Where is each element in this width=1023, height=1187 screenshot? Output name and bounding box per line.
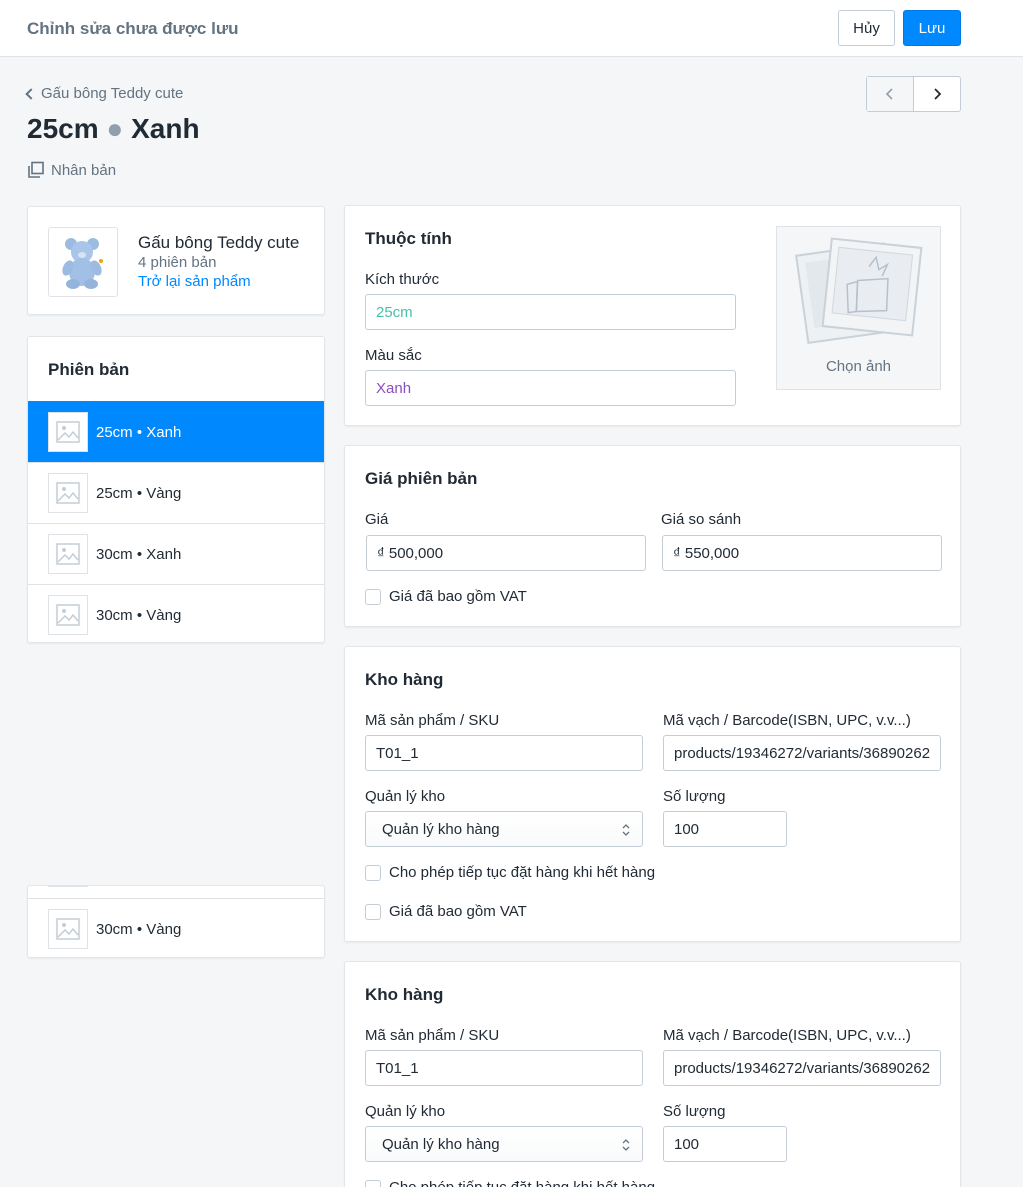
choose-image-button[interactable]: Chọn ảnh bbox=[776, 226, 941, 390]
pricing-vat-checkbox[interactable]: Giá đã bao gồm VAT bbox=[365, 588, 527, 605]
checkbox[interactable] bbox=[365, 588, 381, 605]
photos-placeholder-icon bbox=[795, 237, 923, 345]
variants-card-fragment: 30cm • Vàng bbox=[27, 885, 325, 958]
title-color: Xanh bbox=[131, 113, 200, 144]
page-title: 25cm ● Xanh bbox=[27, 113, 200, 145]
manage-stock-value: Quản lý kho hàng bbox=[382, 820, 500, 838]
variant-item-25cm-xanh[interactable]: 25cm • Xanh bbox=[28, 401, 324, 462]
manage-stock-label: Quản lý kho bbox=[365, 1103, 446, 1120]
quantity-label: Số lượng bbox=[663, 788, 726, 805]
duplicate-icon bbox=[28, 161, 44, 178]
inventory-title: Kho hàng bbox=[365, 985, 444, 1004]
product-name: Gấu bông Teddy cute bbox=[138, 233, 300, 252]
backorder-label: Cho phép tiếp tục đặt hàng khi hết hàng bbox=[389, 1179, 655, 1187]
unsaved-changes-title: Chỉnh sửa chưa được lưu bbox=[27, 19, 239, 38]
image-placeholder-icon bbox=[48, 473, 88, 513]
variant-label: 25cm • Vàng bbox=[96, 484, 182, 502]
quantity-input[interactable]: 100 bbox=[663, 811, 787, 847]
duplicate-label: Nhân bản bbox=[51, 161, 117, 179]
variant-label: 30cm • Vàng bbox=[96, 920, 182, 938]
sku-input[interactable]: T01_1 bbox=[365, 735, 643, 771]
attributes-title: Thuộc tính bbox=[365, 229, 452, 248]
product-summary-card: Gấu bông Teddy cute 4 phiên bản Trở lại … bbox=[27, 206, 325, 315]
sku-input[interactable]: T01_1 bbox=[365, 1050, 643, 1086]
manage-stock-label: Quản lý kho bbox=[365, 788, 446, 805]
product-thumbnail bbox=[48, 227, 118, 297]
color-label: Màu sắc bbox=[365, 347, 422, 364]
back-to-product-link[interactable]: Gấu bông Teddy cute bbox=[25, 85, 184, 102]
fragment-thumb-edge bbox=[48, 886, 88, 887]
title-size: 25cm bbox=[27, 113, 99, 144]
inventory-vat-checkbox[interactable]: Giá đã bao gồm VAT bbox=[365, 903, 527, 920]
pricing-title: Giá phiên bản bbox=[365, 469, 478, 488]
sku-label: Mã sản phẩm / SKU bbox=[365, 1027, 500, 1044]
select-arrows-icon bbox=[622, 1139, 630, 1151]
back-link-label: Gấu bông Teddy cute bbox=[41, 85, 184, 102]
barcode-input[interactable]: products/19346272/variants/36890262 bbox=[663, 735, 941, 771]
variants-heading: Phiên bản bbox=[48, 360, 130, 379]
quantity-label: Số lượng bbox=[663, 1103, 726, 1120]
manage-stock-select[interactable]: Quản lý kho hàng bbox=[365, 1126, 643, 1162]
save-button[interactable]: Lưu bbox=[903, 10, 961, 46]
variant-item-25cm-vang[interactable]: 25cm • Vàng bbox=[28, 462, 324, 523]
previous-variant-button[interactable] bbox=[867, 77, 914, 111]
select-arrows-icon bbox=[622, 824, 630, 836]
manage-stock-value: Quản lý kho hàng bbox=[382, 1135, 500, 1153]
image-placeholder-icon bbox=[48, 595, 88, 635]
variant-label: 30cm • Xanh bbox=[96, 545, 182, 563]
manage-stock-select[interactable]: Quản lý kho hàng bbox=[365, 811, 643, 847]
vat-label: Giá đã bao gồm VAT bbox=[389, 903, 527, 920]
barcode-label: Mã vạch / Barcode(ISBN, UPC, v.v...) bbox=[663, 712, 911, 729]
next-variant-button[interactable] bbox=[914, 77, 961, 111]
checkbox[interactable] bbox=[365, 1179, 381, 1187]
backorder-checkbox[interactable]: Cho phép tiếp tục đặt hàng khi hết hàng bbox=[365, 864, 655, 881]
checkbox[interactable] bbox=[365, 864, 381, 881]
chevron-right-icon bbox=[934, 88, 942, 100]
variant-item-30cm-xanh[interactable]: 30cm • Xanh bbox=[28, 523, 324, 584]
price-label: Giá bbox=[365, 511, 389, 528]
back-to-product-link[interactable]: Trở lại sản phẩm bbox=[138, 273, 251, 290]
cancel-button[interactable]: Hủy bbox=[838, 10, 895, 46]
variant-item-30cm-vang[interactable]: 30cm • Vàng bbox=[28, 898, 324, 957]
variant-label: 30cm • Vàng bbox=[96, 606, 182, 624]
price-input[interactable]: ₫ 500,000 bbox=[366, 535, 646, 571]
title-dot: ● bbox=[106, 113, 124, 144]
choose-image-label: Chọn ảnh bbox=[825, 358, 892, 375]
variant-label: 25cm • Xanh bbox=[96, 423, 182, 441]
chevron-left-icon bbox=[25, 87, 37, 100]
barcode-input[interactable]: products/19346272/variants/36890262 bbox=[663, 1050, 941, 1086]
barcode-label: Mã vạch / Barcode(ISBN, UPC, v.v...) bbox=[663, 1027, 911, 1044]
chevron-left-icon bbox=[885, 88, 893, 100]
size-input[interactable]: 25cm bbox=[365, 294, 736, 330]
inventory-title: Kho hàng bbox=[365, 670, 444, 689]
backorder-label: Cho phép tiếp tục đặt hàng khi hết hàng bbox=[389, 864, 656, 881]
backorder-checkbox[interactable]: Cho phép tiếp tục đặt hàng khi hết hàng bbox=[365, 1179, 655, 1187]
size-label: Kích thước bbox=[365, 271, 440, 288]
variant-item-30cm-vang[interactable]: 30cm • Vàng bbox=[28, 584, 324, 642]
sku-label: Mã sản phẩm / SKU bbox=[365, 712, 500, 729]
variant-count: 4 phiên bản bbox=[138, 254, 217, 271]
compare-price-input[interactable]: ₫ 550,000 bbox=[662, 535, 942, 571]
color-value: Xanh bbox=[376, 379, 412, 397]
top-bar: Chỉnh sửa chưa được lưu Hủy Lưu bbox=[0, 0, 1023, 57]
variant-pager bbox=[866, 76, 961, 112]
checkbox[interactable] bbox=[365, 903, 381, 920]
image-placeholder-icon bbox=[48, 534, 88, 574]
vat-label: Giá đã bao gồm VAT bbox=[389, 588, 527, 605]
size-value: 25cm bbox=[376, 303, 413, 321]
quantity-input[interactable]: 100 bbox=[663, 1126, 787, 1162]
color-input[interactable]: Xanh bbox=[365, 370, 736, 406]
image-placeholder-icon bbox=[48, 412, 88, 452]
variants-card: Phiên bản 25cm • Xanh 25cm • Vàng 30cm •… bbox=[27, 336, 325, 643]
teddy-bear-image bbox=[62, 238, 103, 289]
duplicate-button[interactable]: Nhân bản bbox=[27, 161, 116, 179]
compare-price-label: Giá so sánh bbox=[661, 511, 742, 528]
image-placeholder-icon bbox=[48, 909, 88, 949]
